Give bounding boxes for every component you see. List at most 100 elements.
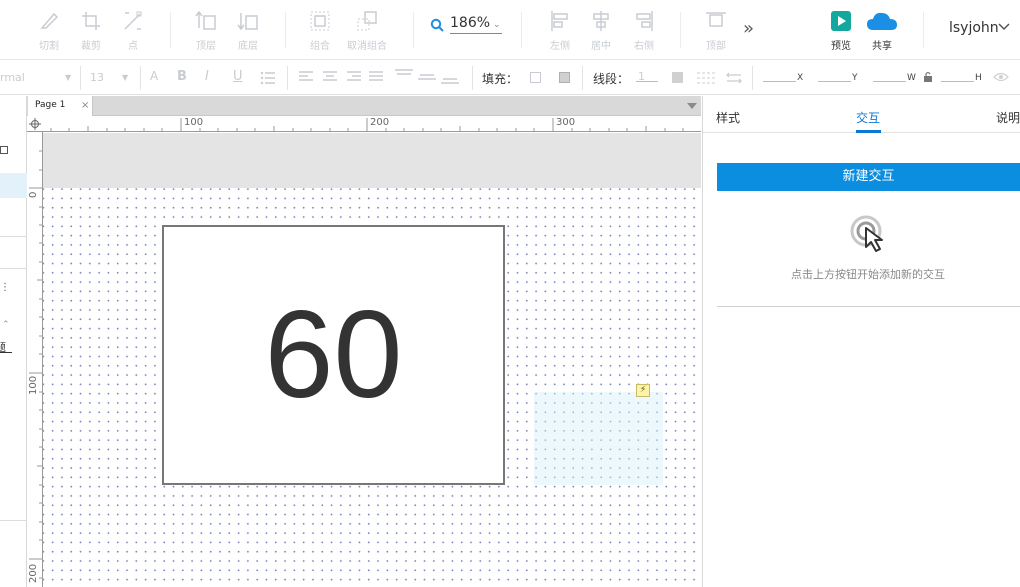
bold-icon[interactable]: B bbox=[177, 69, 187, 84]
bullet-list-icon[interactable] bbox=[260, 71, 276, 85]
ruler-label: 300 bbox=[556, 117, 576, 128]
y-input[interactable] bbox=[818, 81, 851, 82]
x-label: X bbox=[797, 73, 804, 83]
tab-interactions[interactable]: 交互 bbox=[856, 109, 880, 126]
library-underline bbox=[0, 352, 12, 353]
align-top-button[interactable]: 顶部 bbox=[686, 8, 746, 54]
toolbar-divider bbox=[413, 12, 414, 48]
empty-interactions-hint: 点击上方按钮开始添加新的交互 bbox=[791, 268, 945, 281]
text-align-left-icon[interactable] bbox=[299, 71, 313, 83]
chevron-down-icon[interactable] bbox=[998, 22, 1010, 32]
knife-icon bbox=[40, 12, 59, 29]
point-label: 点 bbox=[128, 41, 138, 52]
selected-page-row[interactable] bbox=[0, 173, 27, 198]
ungroup-icon bbox=[357, 11, 377, 31]
align-right-label: 右侧 bbox=[634, 41, 654, 52]
username[interactable]: lsyjohn bbox=[949, 20, 999, 36]
italic-icon[interactable]: I bbox=[205, 69, 209, 84]
ruler-label: 100 bbox=[28, 375, 39, 395]
panel-divider bbox=[0, 520, 27, 521]
toolbar-divider bbox=[285, 12, 286, 48]
inspector-panel: 样式 交互 说明 新建交互 点击上方按钮开始添加新的交互 bbox=[702, 96, 1020, 587]
axure-editor: 切割 裁剪 点 顶层 底层 组合 取消组合 186% ⌄ 左侧 居中 右侧 顶部… bbox=[0, 0, 1020, 587]
send-to-back-icon bbox=[237, 13, 258, 31]
format-divider bbox=[287, 66, 288, 90]
font-size-select[interactable]: 13 bbox=[90, 71, 104, 84]
format-divider bbox=[80, 66, 81, 90]
panel-divider bbox=[0, 236, 27, 237]
text-align-right-icon[interactable] bbox=[347, 71, 361, 83]
more-tools-icon[interactable]: » bbox=[743, 18, 754, 39]
align-top-label: 顶部 bbox=[706, 41, 726, 52]
send-to-back-label: 底层 bbox=[238, 41, 258, 52]
chevron-down-icon: ⌄ bbox=[493, 20, 501, 30]
stroke-label: 线段： bbox=[593, 72, 630, 86]
inspector-tabs: 样式 交互 说明 bbox=[703, 96, 1020, 133]
w-input[interactable] bbox=[873, 81, 906, 82]
h-label: H bbox=[975, 73, 982, 83]
design-canvas[interactable]: 60 ⚡ bbox=[43, 133, 701, 587]
stroke-width-underline bbox=[636, 81, 658, 82]
underline-icon[interactable]: U bbox=[233, 69, 243, 84]
share-label: 共享 bbox=[872, 41, 892, 52]
fill-color-swatch[interactable] bbox=[530, 72, 541, 83]
font-color-icon[interactable]: A bbox=[150, 69, 158, 83]
vertical-ruler: 0 100 200 bbox=[27, 132, 43, 587]
line-pattern-icon[interactable] bbox=[697, 71, 715, 85]
active-tab-indicator bbox=[856, 130, 881, 133]
ruler-ticks bbox=[29, 132, 43, 587]
ruler-label: 100 bbox=[184, 117, 204, 128]
ungroup-button[interactable]: 取消组合 bbox=[337, 8, 397, 54]
share-button[interactable]: 共享 bbox=[852, 8, 912, 54]
align-right-button[interactable]: 右侧 bbox=[614, 8, 674, 54]
ruler-ticks bbox=[27, 118, 701, 132]
arrow-style-icon[interactable] bbox=[726, 71, 742, 85]
format-divider bbox=[140, 66, 141, 90]
lock-ratio-icon[interactable] bbox=[923, 71, 933, 83]
valign-bottom-icon[interactable] bbox=[441, 73, 459, 87]
chevron-down-icon: ▼ bbox=[65, 73, 72, 82]
hotspot-widget[interactable] bbox=[534, 392, 663, 485]
w-label: W bbox=[907, 73, 916, 83]
chevron-up-down-icon[interactable]: ⌃ bbox=[2, 320, 10, 330]
text-justify-icon[interactable] bbox=[369, 71, 383, 83]
font-style-select[interactable]: rmal bbox=[0, 71, 25, 84]
rectangle-widget[interactable]: 60 bbox=[162, 225, 505, 485]
fill-shadow-swatch[interactable] bbox=[559, 72, 570, 83]
x-input[interactable] bbox=[763, 81, 796, 82]
visibility-eye-icon[interactable] bbox=[993, 71, 1009, 83]
magnifier-icon bbox=[430, 18, 444, 32]
align-center-icon bbox=[593, 11, 609, 31]
left-panel-edge: ⋮ ⌃ 题 bbox=[0, 96, 27, 587]
tab-list-dropdown-icon[interactable] bbox=[687, 103, 697, 109]
page-icon[interactable] bbox=[0, 146, 8, 154]
toolbar-divider bbox=[680, 12, 681, 48]
tab-page-1[interactable]: Page 1 × bbox=[28, 96, 93, 116]
bring-to-front-icon bbox=[195, 10, 216, 30]
interaction-bolt-icon[interactable]: ⚡ bbox=[636, 384, 650, 397]
format-divider bbox=[752, 66, 753, 90]
toolbar-divider bbox=[170, 12, 171, 48]
send-to-back-button[interactable]: 底层 bbox=[218, 8, 278, 54]
tab-notes[interactable]: 说明 bbox=[996, 109, 1020, 126]
stroke-color-swatch[interactable] bbox=[672, 72, 683, 83]
page-tabs-bar: Page 1 × bbox=[27, 96, 701, 116]
horizontal-ruler: 100 200 300 bbox=[27, 116, 701, 132]
point-icon bbox=[124, 11, 142, 30]
h-input[interactable] bbox=[941, 81, 974, 82]
share-cloud-icon bbox=[867, 12, 897, 30]
close-icon[interactable]: × bbox=[81, 100, 89, 111]
new-interaction-button[interactable]: 新建交互 bbox=[717, 163, 1020, 191]
valign-middle-icon[interactable] bbox=[418, 71, 436, 85]
tab-style[interactable]: 样式 bbox=[716, 109, 740, 126]
text-align-center-icon[interactable] bbox=[323, 71, 337, 83]
panel-divider bbox=[0, 268, 27, 269]
align-left-icon bbox=[551, 11, 568, 31]
align-top-icon bbox=[706, 12, 726, 27]
format-divider bbox=[472, 66, 473, 90]
drag-handle-icon[interactable]: ⋮ bbox=[0, 282, 10, 293]
valign-top-icon[interactable] bbox=[395, 69, 413, 83]
point-button[interactable]: 点 bbox=[103, 8, 163, 54]
toolbar-divider bbox=[521, 12, 522, 48]
widget-text[interactable]: 60 bbox=[164, 227, 503, 483]
